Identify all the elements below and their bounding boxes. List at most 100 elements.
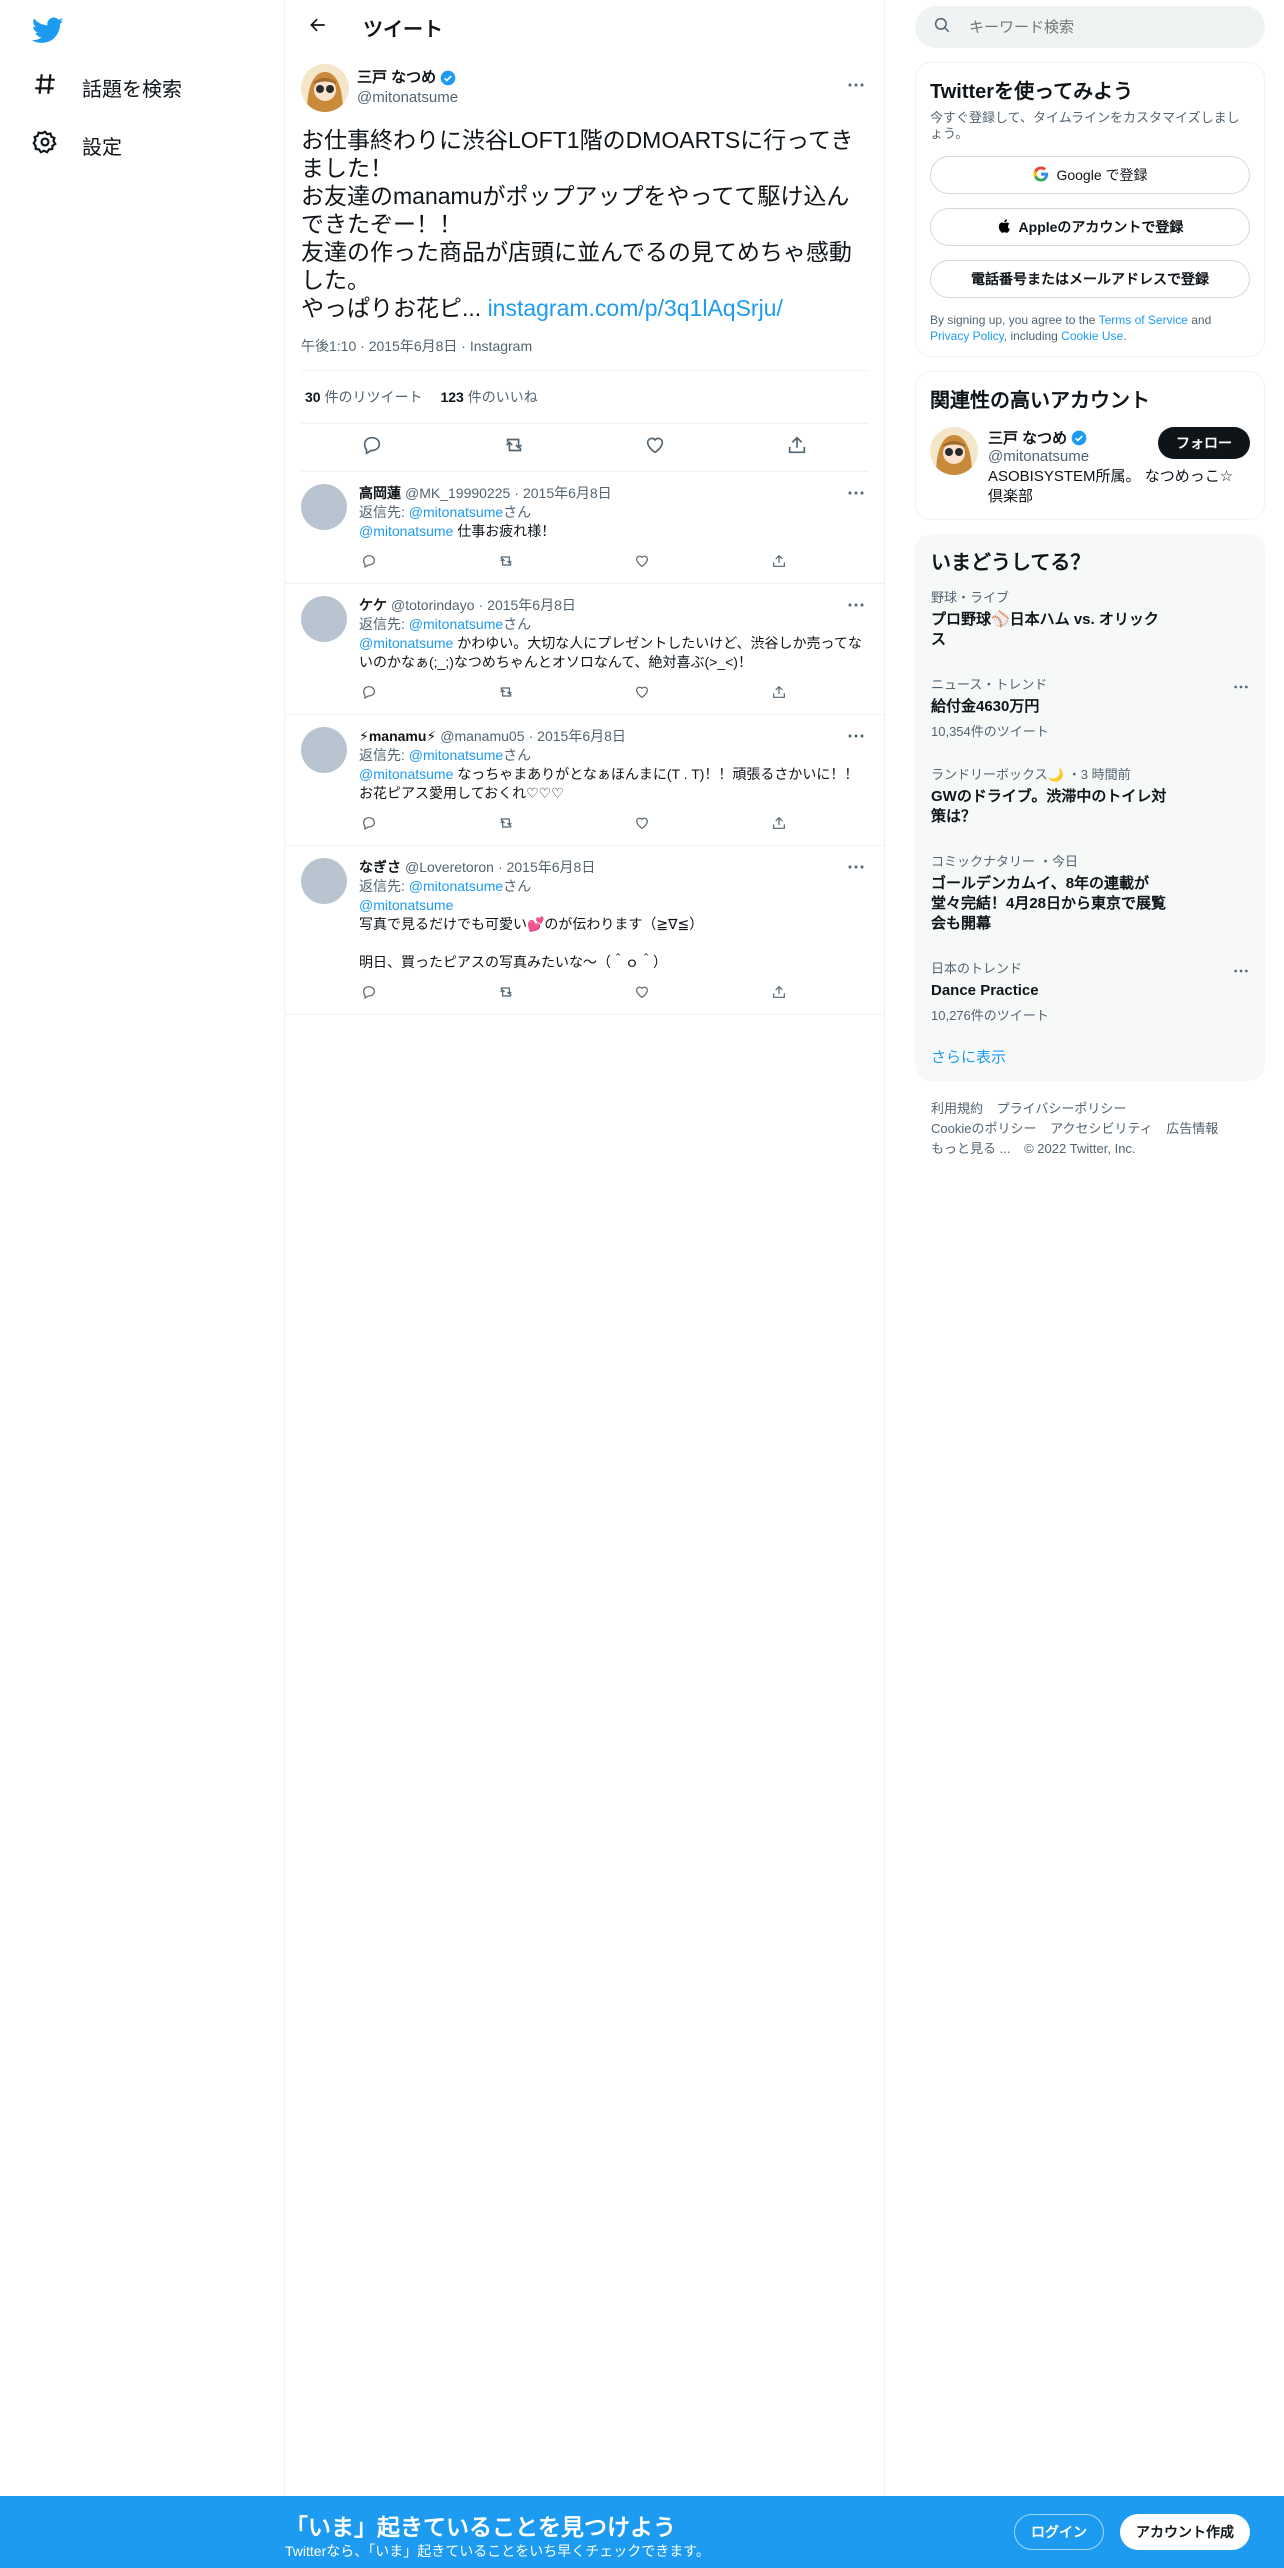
avatar[interactable] (301, 858, 347, 904)
reply-date[interactable]: 2015年6月8日 (523, 484, 612, 503)
avatar[interactable] (930, 427, 978, 475)
reply-to-link[interactable]: @mitonatsume (409, 878, 503, 894)
more-options-button[interactable] (844, 725, 868, 745)
retweet-button[interactable] (496, 684, 516, 704)
login-button[interactable]: ログイン (1014, 2514, 1104, 2550)
search-bar[interactable] (915, 6, 1265, 48)
like-button[interactable] (632, 984, 652, 1004)
reply-author-handle[interactable]: @totorindayo (391, 596, 474, 615)
footer: 利用規約 プライバシーポリシー Cookieのポリシー アクセシビリティ 広告情… (915, 1081, 1265, 1177)
retweet-button[interactable] (496, 815, 516, 835)
share-button[interactable] (780, 431, 814, 465)
reply-to-link[interactable]: @mitonatsume (409, 504, 503, 520)
reply-button[interactable] (355, 431, 389, 465)
search-input[interactable] (969, 18, 1219, 36)
share-button[interactable] (769, 553, 789, 573)
nav-explore[interactable]: 話題を検索 (32, 67, 182, 107)
reply-author-name[interactable]: 高岡蓮 (359, 484, 401, 503)
tweet-date[interactable]: 2015年6月8日 (369, 338, 458, 354)
mention-link[interactable]: @mitonatsume (359, 766, 453, 782)
reply-date[interactable]: 2015年6月8日 (537, 727, 626, 746)
follow-button[interactable]: フォロー (1158, 427, 1250, 459)
related-name[interactable]: 三戸 なつめ (988, 427, 1067, 448)
trend-item[interactable]: 日本のトレンド Dance Practice 10,276件のツイート (915, 946, 1265, 1036)
retweet-stat[interactable]: 30 件のリツイート (305, 387, 422, 407)
tweet-text: お仕事終わりに渋谷LOFT1階のDMOARTSに行ってきました！ お友達のman… (301, 126, 868, 322)
retweet-button[interactable] (497, 431, 531, 465)
privacy-link[interactable]: Privacy Policy (930, 329, 1004, 343)
twitter-logo-icon[interactable] (31, 14, 64, 46)
retweet-button[interactable] (496, 984, 516, 1004)
reply-button[interactable] (359, 815, 379, 835)
reply-author-name[interactable]: なぎさ (359, 858, 401, 877)
like-button[interactable] (632, 553, 652, 573)
reply-date[interactable]: 2015年6月8日 (507, 858, 596, 877)
reply-author-name[interactable]: ケケ (359, 596, 387, 615)
trend-item[interactable]: ニュース・トレンド 給付金4630万円 10,354件のツイート (915, 662, 1265, 752)
footer-link-more[interactable]: もっと見る ... (931, 1141, 1010, 1156)
reply-text: @mitonatsume なっちゃまありがとなぁほんまに(T . T)！！頑張る… (359, 766, 859, 801)
signup-button[interactable]: アカウント作成 (1120, 2514, 1250, 2550)
show-more-link[interactable]: さらに表示 (915, 1036, 1265, 1067)
reply-author-handle[interactable]: @Loveretoron (405, 858, 494, 877)
more-options-button[interactable] (1229, 676, 1253, 696)
related-account[interactable]: 三戸 なつめ @mitonatsume ASOBISYSTEM所属。 なつめっこ… (930, 427, 1250, 507)
more-options-button[interactable] (844, 74, 868, 94)
mention-link[interactable]: @mitonatsume (359, 635, 453, 651)
tweet-link[interactable]: instagram.com/p/3q1lAqSrju/ (488, 295, 783, 321)
related-accounts-card: 関連性の高いアカウント 三戸 なつめ @mitonatsume ASOBISYS… (915, 371, 1265, 520)
footer-link-cookies[interactable]: Cookieのポリシー (931, 1121, 1036, 1136)
like-button[interactable] (632, 815, 652, 835)
google-signup-button[interactable]: Google で登録 (930, 156, 1250, 194)
avatar[interactable] (301, 727, 347, 773)
like-button[interactable] (632, 684, 652, 704)
trend-item[interactable]: コミックナタリー ・今日 ゴールデンカムイ、8年の連載が堂々完結！4月28日から東京… (915, 839, 1265, 946)
reply-to-link[interactable]: @mitonatsume (409, 616, 503, 632)
author-handle[interactable]: @mitonatsume (357, 88, 458, 108)
more-options-button[interactable] (844, 856, 868, 876)
footer-link-privacy[interactable]: プライバシーポリシー (997, 1101, 1127, 1116)
retweet-icon (498, 815, 514, 836)
more-options-button[interactable] (844, 594, 868, 614)
share-button[interactable] (769, 815, 789, 835)
apple-signup-button[interactable]: Appleのアカウントで登録 (930, 208, 1250, 246)
footer-link-accessibility[interactable]: アクセシビリティ (1050, 1121, 1153, 1136)
reply-date[interactable]: 2015年6月8日 (487, 596, 576, 615)
cookie-link[interactable]: Cookie Use (1061, 329, 1123, 343)
avatar[interactable] (301, 64, 349, 112)
trend-item[interactable]: ランドリーボックス🌙 ・3 時間前 GWのドライブ。渋滞中のトイレ対策は？ (915, 752, 1265, 839)
reply-tweet[interactable]: ケケ @totorindayo · 2015年6月8日 返信先: @mitona… (285, 584, 884, 715)
reply-author-handle[interactable]: @MK_19990225 (405, 484, 510, 503)
more-options-button[interactable] (844, 482, 868, 502)
nav-settings[interactable]: 設定 (32, 125, 122, 165)
share-button[interactable] (769, 984, 789, 1004)
reply-tweet[interactable]: なぎさ @Loveretoron · 2015年6月8日 返信先: @miton… (285, 846, 884, 1015)
mention-link[interactable]: @mitonatsume (359, 897, 453, 913)
reply-author-handle[interactable]: @manamu05 (440, 727, 524, 746)
avatar[interactable] (301, 484, 347, 530)
reply-tweet[interactable]: 高岡蓮 @MK_19990225 · 2015年6月8日 返信先: @miton… (285, 472, 884, 584)
reply-author-name[interactable]: ⚡manamu⚡ (359, 727, 436, 746)
back-button[interactable] (301, 10, 335, 44)
phone-signup-button[interactable]: 電話番号またはメールアドレスで登録 (930, 260, 1250, 298)
reply-button[interactable] (359, 553, 379, 573)
mention-link[interactable]: @mitonatsume (359, 523, 453, 539)
footer-link-ads[interactable]: 広告情報 (1166, 1121, 1218, 1136)
retweet-button[interactable] (496, 553, 516, 573)
like-button[interactable] (638, 431, 672, 465)
author-name[interactable]: 三戸 なつめ (357, 68, 436, 88)
more-options-button[interactable] (1229, 960, 1253, 980)
reply-button[interactable] (359, 684, 379, 704)
reply-to-link[interactable]: @mitonatsume (409, 747, 503, 763)
like-stat[interactable]: 123 件のいいね (440, 387, 537, 407)
tweet-source[interactable]: Instagram (470, 338, 532, 354)
reply-button[interactable] (359, 984, 379, 1004)
avatar[interactable] (301, 596, 347, 642)
nav-explore-label: 話題を検索 (82, 78, 182, 101)
share-button[interactable] (769, 684, 789, 704)
reply-tweet[interactable]: ⚡manamu⚡ @manamu05 · 2015年6月8日 返信先: @mit… (285, 715, 884, 846)
terms-link[interactable]: Terms of Service (1099, 313, 1188, 327)
trend-item[interactable]: 野球・ライブ プロ野球⚾日本ハム vs. オリックス (915, 575, 1265, 662)
tweet-time[interactable]: 午後1:10 (301, 338, 356, 354)
footer-link-terms[interactable]: 利用規約 (931, 1101, 983, 1116)
